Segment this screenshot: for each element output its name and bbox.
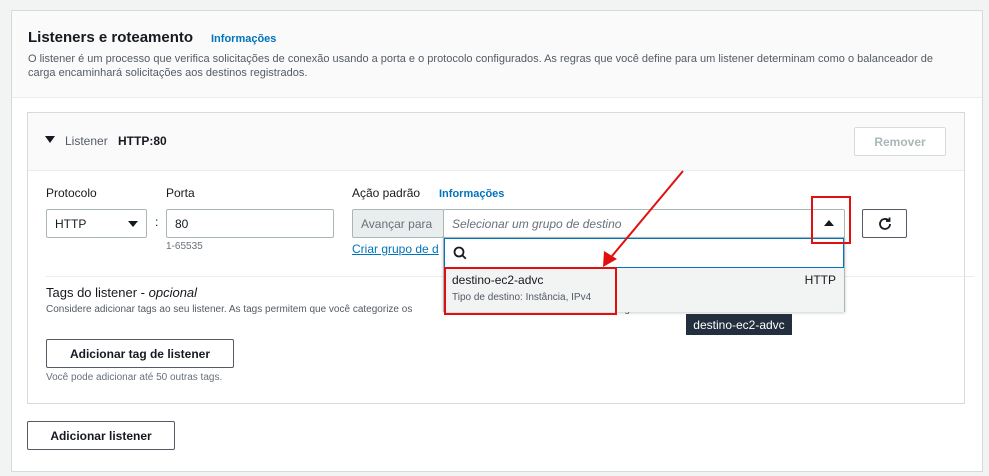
annotation-arrow-icon [603,170,684,267]
